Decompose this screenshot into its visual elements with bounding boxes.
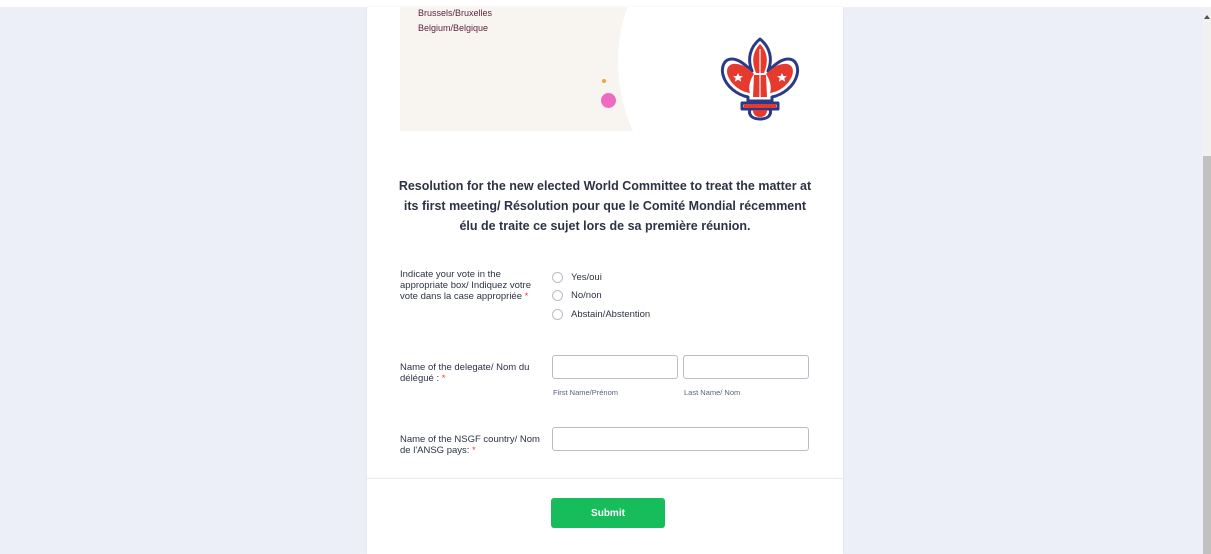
required-asterisk: * (524, 291, 529, 302)
first-name-sublabel: First Name/Prénom (553, 388, 619, 397)
vote-question-text: Indicate your vote in the appropriate bo… (400, 269, 531, 302)
last-name-input[interactable] (683, 355, 809, 379)
scrollbar-thumb[interactable] (1203, 156, 1211, 554)
radio-circle-icon[interactable] (552, 308, 563, 320)
address-line-city: Brussels/Bruxelles (418, 8, 493, 18)
radio-circle-icon[interactable] (552, 271, 563, 283)
vote-question-label: Indicate your vote in the appropriate bo… (400, 269, 535, 302)
required-asterisk: * (472, 445, 476, 456)
delegate-name-label: Name of the delegate/ Nom du délégué : * (400, 362, 540, 384)
submit-button[interactable]: Submit (551, 498, 665, 528)
form-card: Brussels/Bruxelles Belgium/Belgique Reso… (367, 7, 843, 554)
address-line-country: Belgium/Belgique (418, 23, 489, 33)
scroll-up-icon[interactable] (1204, 15, 1210, 19)
delegate-name-text: Name of the delegate/ Nom du délégué : (400, 362, 530, 384)
form-title: Resolution for the new elected World Com… (398, 179, 812, 233)
decorative-dot-pink (601, 93, 616, 108)
vote-option-yes[interactable]: Yes/oui (552, 270, 602, 284)
country-name-input[interactable] (552, 427, 809, 451)
decorative-dot-orange (602, 79, 606, 83)
fleur-de-lis-logo (720, 37, 800, 121)
country-name-label: Name of the NSGF country/ Nom de l'ANSG … (400, 434, 540, 456)
vote-option-abstain[interactable]: Abstain/Abstention (552, 307, 650, 321)
radio-circle-icon[interactable] (552, 289, 563, 301)
vote-option-label: No/non (571, 289, 602, 301)
country-name-text: Name of the NSGF country/ Nom de l'ANSG … (400, 434, 540, 456)
top-bar (0, 0, 1211, 7)
first-name-input[interactable] (552, 355, 678, 379)
vote-option-no[interactable]: No/non (552, 288, 602, 302)
form-divider (367, 478, 843, 479)
last-name-sublabel: Last Name/ Nom (684, 388, 741, 397)
required-asterisk: * (441, 373, 446, 384)
vote-option-label: Abstain/Abstention (571, 308, 651, 320)
vote-option-label: Yes/oui (571, 271, 602, 283)
form-header-image: Brussels/Bruxelles Belgium/Belgique (400, 7, 816, 131)
